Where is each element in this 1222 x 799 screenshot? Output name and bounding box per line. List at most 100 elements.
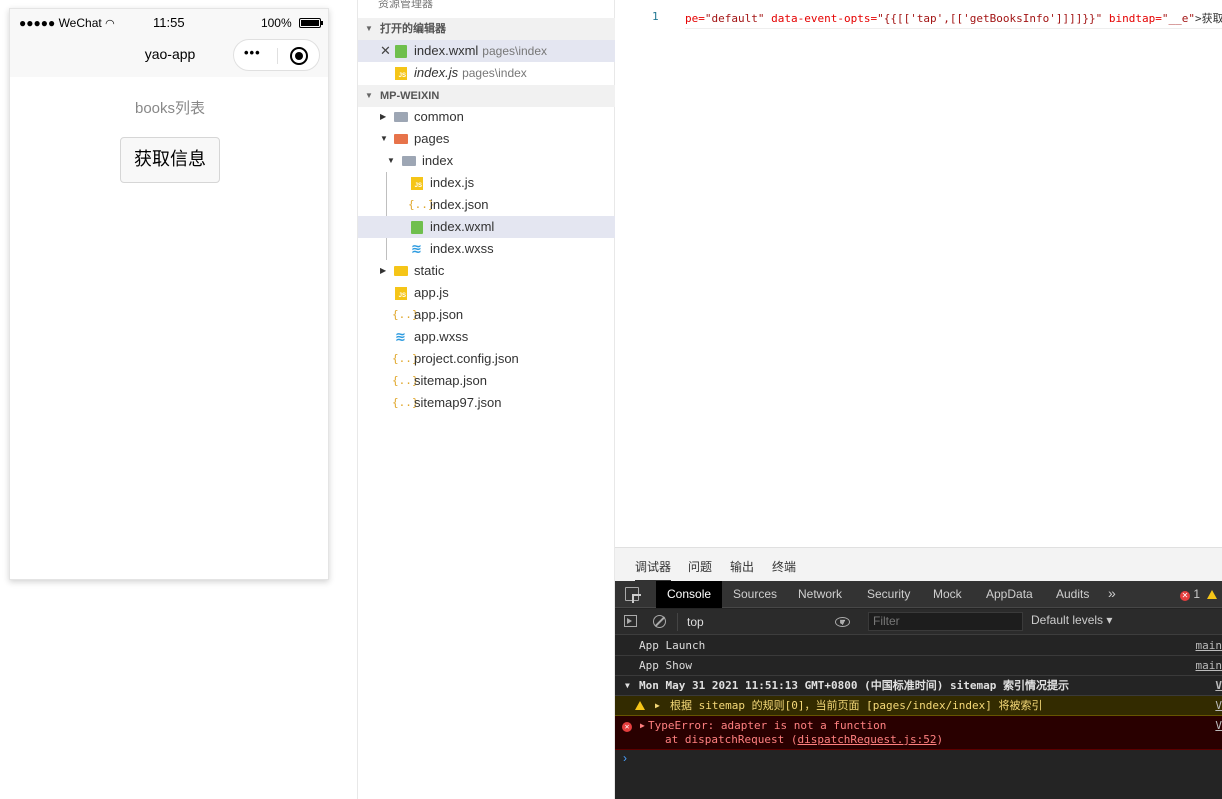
console-prompt[interactable]: › (623, 751, 627, 765)
wxss-file-icon: ≋ (411, 241, 422, 256)
tab-mock[interactable]: Mock (933, 587, 962, 601)
caret-right-icon: ▶ (380, 266, 387, 275)
open-editor-item[interactable]: ✕ index.wxml pages\index (358, 40, 615, 62)
get-info-button[interactable]: 获取信息 (120, 137, 220, 183)
tree-item-label: pages (414, 131, 450, 146)
tree-item-index-folder[interactable]: ▼ index (358, 150, 615, 172)
tree-item-app-js[interactable]: JS app.js (358, 282, 615, 304)
tab-network[interactable]: Network (798, 587, 842, 601)
tree-item-sitemap[interactable]: {..} sitemap.json (358, 370, 615, 392)
tree-item-pages[interactable]: ▼ pages (358, 128, 615, 150)
console-warning-row[interactable]: ▶ 根据 sitemap 的规则[0]，当前页面 [pages/index/in… (615, 696, 1222, 716)
log-source-link[interactable]: main (1196, 656, 1222, 676)
open-editor-label: index.js pages\index (414, 62, 527, 84)
console-error-row[interactable]: ✕ ▶ TypeError: adapter is not a function… (615, 716, 1222, 750)
inspect-element-icon[interactable] (625, 587, 641, 603)
json-file-icon: {..} (392, 308, 419, 321)
tree-item-app-json[interactable]: {..} app.json (358, 304, 615, 326)
open-editors-header[interactable]: ▼ 打开的编辑器 (358, 18, 615, 40)
stack-frame-text: at dispatchRequest ( (665, 733, 798, 746)
tab-terminal[interactable]: 终端 (772, 558, 796, 575)
tab-audits[interactable]: Audits (1056, 587, 1089, 601)
js-file-icon: JS (411, 177, 423, 190)
more-dots-icon[interactable]: ••• (244, 45, 261, 60)
tree-item-app-wxss[interactable]: ≋ app.wxss (358, 326, 615, 348)
tab-security[interactable]: Security (867, 587, 910, 601)
error-warning-counter[interactable]: ✕ 1 (1180, 587, 1218, 601)
caret-right-icon[interactable]: ▶ (655, 696, 660, 716)
tab-console[interactable]: Console (656, 581, 723, 608)
tree-item-label: app.js (414, 285, 449, 300)
caret-down-icon: ▼ (380, 134, 388, 143)
console-filter-input[interactable]: Filter (868, 612, 1023, 631)
context-label: top (687, 615, 704, 629)
tree-item-index-js[interactable]: JS index.js (358, 172, 615, 194)
tree-item-label: common (414, 109, 464, 124)
console-log-row[interactable]: App Launch main (615, 636, 1222, 656)
tree-item-project-config[interactable]: {..} project.config.json (358, 348, 615, 370)
tree-item-index-json[interactable]: {..} index.json (358, 194, 615, 216)
warning-icon (1207, 590, 1218, 599)
code-token: bindtap= (1102, 12, 1162, 25)
json-file-icon: {..} (392, 396, 419, 409)
error-icon: ✕ (1180, 591, 1190, 601)
wxss-file-icon: ≋ (395, 329, 406, 344)
context-selector[interactable]: top ▼ (677, 613, 847, 631)
tree-item-label: index (422, 153, 454, 168)
tab-debugger[interactable]: 调试器 (635, 558, 672, 582)
tree-item-static[interactable]: ▶ static (358, 260, 615, 282)
open-editor-item[interactable]: JS index.js pages\index (358, 62, 615, 84)
console-group-row[interactable]: ▼ Mon May 31 2021 11:51:13 GMT+0800 (中国标… (615, 676, 1222, 696)
tree-item-label: app.json (414, 307, 464, 322)
tree-item-label: sitemap.json (414, 373, 487, 388)
caret-down-icon[interactable]: ▼ (625, 676, 630, 696)
log-text: Mon May 31 2021 11:51:13 GMT+0800 (中国标准时… (639, 679, 1070, 692)
tree-item-index-wxml[interactable]: index.wxml (358, 216, 615, 238)
more-tabs-icon[interactable]: » (1108, 585, 1116, 601)
log-source-link[interactable]: V (1215, 716, 1222, 736)
error-icon: ✕ (622, 716, 632, 736)
folder-icon (394, 266, 408, 276)
tab-problems[interactable]: 问题 (688, 558, 712, 575)
console-toolbar: top ▼ Filter Default levels ▾ (615, 609, 1222, 635)
stack-frame-link[interactable]: dispatchRequest.js:52 (797, 733, 936, 746)
tree-item-common[interactable]: ▶ common (358, 106, 615, 128)
folder-icon (394, 134, 408, 144)
folder-open-icon (402, 156, 416, 166)
log-source-link[interactable]: V (1215, 676, 1222, 696)
close-miniprogram-icon[interactable] (290, 47, 308, 65)
code-line[interactable]: 1 pe="default" data-event-opts="{{[['tap… (615, 10, 1222, 28)
code-token: pe= (685, 12, 705, 25)
status-time: 11:55 (153, 15, 185, 30)
log-levels-dropdown[interactable]: Default levels ▾ (1031, 613, 1112, 627)
caret-right-icon[interactable]: ▶ (640, 716, 645, 736)
tab-sources[interactable]: Sources (733, 587, 777, 601)
code-editor[interactable]: 1 pe="default" data-event-opts="{{[['tap… (615, 0, 1222, 547)
phone-navbar: yao-app ••• (10, 35, 328, 77)
project-header[interactable]: ▼ MP-WEIXIN (358, 85, 615, 107)
code-token: >获取 (1194, 12, 1222, 25)
log-source-link[interactable]: V (1215, 696, 1222, 716)
carrier-label: ●●●●● WeChat (19, 16, 102, 30)
open-editor-label: index.wxml pages\index (414, 40, 547, 62)
show-sidebar-icon[interactable] (624, 615, 637, 627)
clear-console-icon[interactable] (653, 615, 666, 628)
code-text[interactable]: pe="default" data-event-opts="{{[['tap',… (685, 10, 1222, 26)
tree-item-label: index.wxss (430, 241, 494, 256)
tab-appdata[interactable]: AppData (986, 587, 1033, 601)
battery-icon (299, 18, 323, 28)
tab-output[interactable]: 输出 (730, 558, 754, 575)
close-icon[interactable]: ✕ (380, 40, 391, 62)
battery-percent: 100% (260, 16, 292, 30)
wxml-file-icon (395, 45, 407, 58)
console-log-row[interactable]: App Show main (615, 656, 1222, 676)
capsule-menu[interactable]: ••• (233, 39, 320, 71)
open-editor-path: pages\index (462, 66, 527, 80)
open-editors-label: 打开的编辑器 (380, 23, 446, 35)
tree-item-index-wxss[interactable]: ≋ index.wxss (358, 238, 615, 260)
tree-item-sitemap97[interactable]: {..} sitemap97.json (358, 392, 615, 414)
wxml-file-icon (411, 221, 423, 234)
log-source-link[interactable]: main (1196, 636, 1222, 656)
tree-item-label: index.wxml (430, 219, 495, 234)
live-expression-eye-icon[interactable] (835, 617, 850, 627)
